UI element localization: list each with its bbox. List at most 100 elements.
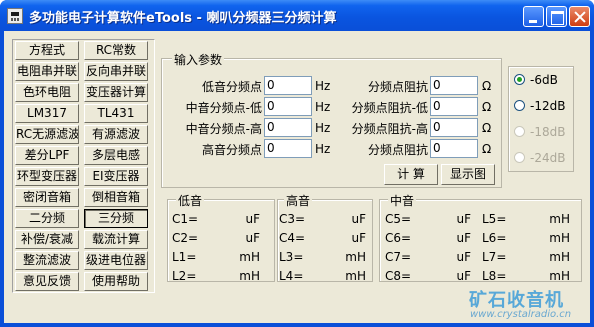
function-button[interactable]: 密闭音箱 bbox=[15, 188, 79, 207]
mid-component-name: C8= bbox=[385, 269, 412, 283]
mid-component-unit: mH bbox=[549, 231, 570, 245]
slope-radio: -18dB bbox=[514, 125, 565, 139]
show-diagram-button[interactable]: 显示图 bbox=[441, 164, 495, 185]
function-button[interactable]: 环型变压器 bbox=[15, 167, 79, 186]
function-button[interactable]: 变压器计算 bbox=[84, 83, 148, 102]
slope-radio: -24dB bbox=[514, 151, 565, 165]
frequency-label: 中音分频点-高 bbox=[185, 122, 262, 136]
radio-circle-icon bbox=[514, 100, 525, 111]
function-button[interactable]: 反向串并联 bbox=[84, 62, 148, 81]
function-button[interactable]: 电阻串并联 bbox=[15, 62, 79, 81]
function-button[interactable]: 载流计算 bbox=[84, 230, 148, 249]
mid-component-unit: mH bbox=[549, 212, 570, 226]
input-params-label: 输入参数 bbox=[172, 51, 225, 68]
impedance-unit: Ω bbox=[482, 142, 492, 156]
minimize-button[interactable] bbox=[523, 6, 544, 27]
impedance-label: 分频点阻抗 bbox=[367, 80, 428, 94]
function-button[interactable]: EI变压器 bbox=[84, 167, 148, 186]
mid-component-name: L5= bbox=[482, 212, 507, 226]
impedance-unit: Ω bbox=[482, 121, 492, 135]
impedance-input[interactable]: 0 bbox=[430, 118, 478, 137]
mid-component-name: L8= bbox=[482, 269, 507, 283]
close-button[interactable] bbox=[569, 6, 590, 27]
impedance-label: 分频点阻抗 bbox=[367, 143, 428, 157]
slope-radio[interactable]: -6dB bbox=[514, 73, 558, 87]
bass-component-unit: uF bbox=[245, 212, 260, 226]
impedance-input[interactable]: 0 bbox=[430, 97, 478, 116]
calculate-button[interactable]: 计 算 bbox=[384, 164, 438, 185]
mid-component-name: C6= bbox=[385, 231, 412, 245]
radio-circle-icon bbox=[514, 152, 525, 163]
impedance-label: 分频点阻抗-低 bbox=[351, 101, 428, 115]
function-button[interactable]: 多层电感 bbox=[84, 146, 148, 165]
mid-component-unit: uF bbox=[456, 250, 471, 264]
frequency-label: 中音分频点-低 bbox=[185, 101, 262, 115]
watermark-url: www.crystalradio.cn bbox=[470, 309, 572, 320]
bass-component-name: L2= bbox=[172, 269, 197, 283]
mid-component-name: L7= bbox=[482, 250, 507, 264]
impedance-label: 分频点阻抗-高 bbox=[351, 122, 428, 136]
window-title: 多功能电子计算软件eTools - 喇叭分频器三分频计算 bbox=[29, 11, 337, 26]
function-button[interactable]: 倒相音箱 bbox=[84, 188, 148, 207]
treble-component-unit: uF bbox=[351, 231, 366, 245]
slope-radio-label: -24dB bbox=[530, 151, 566, 165]
treble-component-name: L4= bbox=[279, 269, 304, 283]
bass-component-name: C2= bbox=[172, 231, 199, 245]
slope-radio[interactable]: -12dB bbox=[514, 99, 565, 113]
frequency-input[interactable]: 0 bbox=[264, 139, 312, 158]
bass-component-unit: mH bbox=[239, 250, 260, 264]
function-button[interactable]: 二分频 bbox=[15, 209, 79, 228]
treble-component-name: L3= bbox=[279, 250, 304, 264]
impedance-input[interactable]: 0 bbox=[430, 76, 478, 95]
frequency-input[interactable]: 0 bbox=[264, 97, 312, 116]
frequency-unit: Hz bbox=[315, 100, 331, 114]
impedance-input[interactable]: 0 bbox=[430, 139, 478, 158]
function-button[interactable]: 三分频 bbox=[84, 209, 148, 228]
impedance-unit: Ω bbox=[482, 79, 492, 93]
mid-component-unit: mH bbox=[549, 250, 570, 264]
function-button[interactable]: TL431 bbox=[84, 104, 148, 123]
app-icon bbox=[7, 8, 23, 24]
function-button[interactable]: 方程式 bbox=[15, 41, 79, 60]
slope-radio-label: -18dB bbox=[530, 125, 566, 139]
mid-component-unit: uF bbox=[456, 231, 471, 245]
frequency-label: 低音分频点 bbox=[201, 80, 262, 94]
treble-component-name: C3= bbox=[279, 212, 306, 226]
function-button[interactable]: 色环电阻 bbox=[15, 83, 79, 102]
treble-label: 高音 bbox=[284, 192, 313, 209]
function-button[interactable]: LM317 bbox=[15, 104, 79, 123]
mid-label: 中音 bbox=[388, 192, 417, 209]
app-window: 多功能电子计算软件eTools - 喇叭分频器三分频计算 方程式 RC常数 电阻串并… bbox=[0, 0, 594, 327]
frequency-input[interactable]: 0 bbox=[264, 76, 312, 95]
maximize-button[interactable] bbox=[546, 6, 567, 27]
slope-radio-label: -12dB bbox=[530, 99, 566, 113]
mid-component-name: C7= bbox=[385, 250, 412, 264]
function-button[interactable]: 补偿/衰减 bbox=[15, 230, 79, 249]
radio-circle-icon bbox=[514, 126, 525, 137]
function-button[interactable]: 整流滤波 bbox=[15, 251, 79, 270]
function-button[interactable]: RC无源滤波 bbox=[15, 125, 79, 144]
function-button[interactable]: RC常数 bbox=[84, 41, 148, 60]
mid-component-name: L6= bbox=[482, 231, 507, 245]
function-button[interactable]: 有源滤波 bbox=[84, 125, 148, 144]
title-bar[interactable]: 多功能电子计算软件eTools - 喇叭分频器三分频计算 bbox=[0, 0, 594, 31]
function-button[interactable]: 使用帮助 bbox=[84, 272, 148, 291]
function-button[interactable]: 级进电位器 bbox=[84, 251, 148, 270]
function-button[interactable]: 差分LPF bbox=[15, 146, 79, 165]
mid-component-name: C5= bbox=[385, 212, 412, 226]
frequency-unit: Hz bbox=[315, 121, 331, 135]
bass-component-name: C1= bbox=[172, 212, 199, 226]
mid-component-unit: uF bbox=[456, 212, 471, 226]
impedance-unit: Ω bbox=[482, 100, 492, 114]
frequency-label: 高音分频点 bbox=[201, 143, 262, 157]
slope-radio-label: -6dB bbox=[530, 73, 558, 87]
treble-component-unit: uF bbox=[351, 212, 366, 226]
mid-component-unit: uF bbox=[456, 269, 471, 283]
frequency-input[interactable]: 0 bbox=[264, 118, 312, 137]
bass-component-unit: mH bbox=[239, 269, 260, 283]
function-button[interactable]: 意见反馈 bbox=[15, 272, 79, 291]
frequency-unit: Hz bbox=[315, 79, 331, 93]
bass-component-unit: uF bbox=[245, 231, 260, 245]
bass-label: 低音 bbox=[176, 192, 205, 209]
mid-component-unit: mH bbox=[549, 269, 570, 283]
